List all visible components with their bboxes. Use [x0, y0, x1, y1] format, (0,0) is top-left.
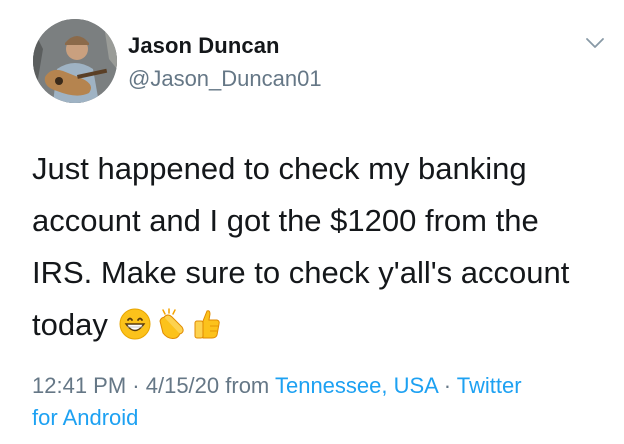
meta-separator: · [126, 373, 146, 398]
avatar[interactable] [33, 19, 117, 103]
tweet-text-line: Just happened to check my banking [32, 151, 527, 186]
tweet-meta: 12:41 PM · 4/15/20 from Tennessee, USA ·… [32, 370, 592, 434]
tweet-text-line: IRS. Make sure to check y'all's account [32, 255, 570, 290]
source-link-line2: for Android [32, 405, 139, 430]
source-link-line1: Twitter [456, 373, 522, 398]
author-handle[interactable]: @Jason_Duncan01 [128, 66, 322, 92]
tweet-card: Jason Duncan @Jason_Duncan01 Just happen… [0, 0, 624, 444]
from-label: from [219, 373, 275, 398]
thumbs-up-emoji [190, 305, 224, 339]
tweet-time[interactable]: 12:41 PM [32, 373, 126, 398]
tweet-date[interactable]: 4/15/20 [146, 373, 219, 398]
clapping-hands-emoji [154, 305, 188, 339]
grinning-face-emoji [118, 305, 152, 340]
location-link[interactable]: Tennessee, USA [275, 373, 438, 398]
avatar-photo [33, 19, 117, 103]
meta-separator: · [437, 373, 457, 398]
tweet-text-line: account and I got the $1200 from the [32, 203, 539, 238]
tweet-text: Just happened to check my banking accoun… [32, 143, 608, 351]
tweet-text-line: today [32, 307, 108, 342]
author-name[interactable]: Jason Duncan [128, 33, 280, 59]
tweet-text-line-last: today [32, 299, 608, 351]
chevron-down-icon[interactable] [584, 32, 606, 54]
